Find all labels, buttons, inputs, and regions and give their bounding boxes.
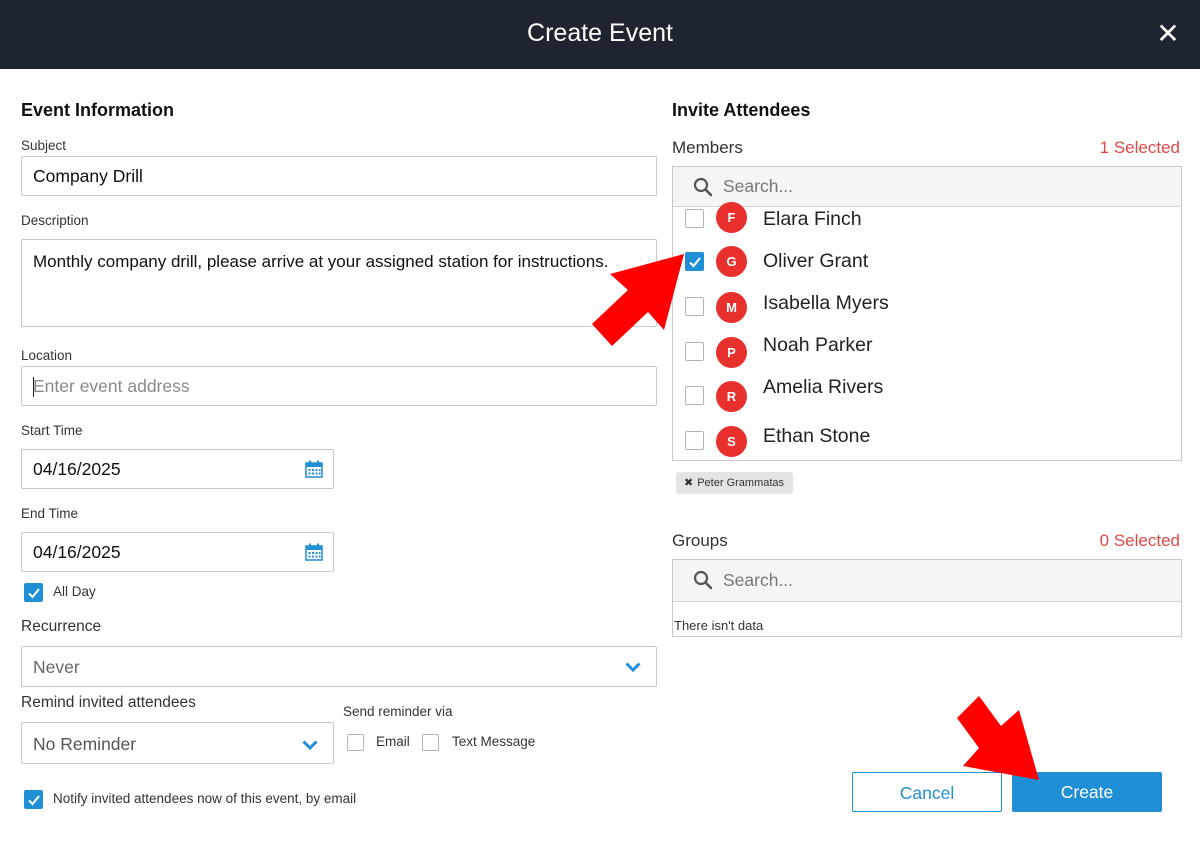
recurrence-select[interactable]: Never xyxy=(21,646,657,687)
start-date-value: 04/16/2025 xyxy=(33,459,121,479)
end-date-input[interactable]: 04/16/2025 xyxy=(21,532,334,572)
avatar: M xyxy=(716,292,747,323)
groups-search-placeholder: Search... xyxy=(723,570,794,590)
chevron-down-icon xyxy=(302,740,318,750)
start-date-input[interactable]: 04/16/2025 xyxy=(21,449,334,489)
text-message-label: Text Message xyxy=(452,734,536,749)
notify-checkbox[interactable] xyxy=(24,790,43,809)
member-name: Isabella Myers xyxy=(763,292,889,314)
chip-label: Peter Grammatas xyxy=(697,477,785,489)
member-name: Amelia Rivers xyxy=(763,376,884,398)
member-row[interactable]: F Elara Finch xyxy=(673,197,1181,239)
member-row[interactable]: M Isabella Myers xyxy=(673,287,1181,329)
member-row[interactable]: R Amelia Rivers xyxy=(673,372,1181,414)
checkmark-icon xyxy=(28,795,40,806)
invite-attendees-heading: Invite Attendees xyxy=(672,100,811,120)
groups-panel: Search... There isn't data xyxy=(672,559,1182,637)
chevron-down-icon xyxy=(625,662,641,672)
event-information-heading: Event Information xyxy=(21,100,175,120)
text-message-checkbox[interactable] xyxy=(422,734,439,751)
attendee-chip: ✖ Peter Grammatas xyxy=(676,472,794,494)
checkmark-icon xyxy=(689,257,701,268)
dialog-title: Create Event xyxy=(527,19,673,47)
email-checkbox[interactable] xyxy=(347,734,364,751)
dialog-header: Create Event ✕ xyxy=(0,0,1200,69)
location-input[interactable]: Enter event address xyxy=(21,366,657,406)
location-label: Location xyxy=(21,348,73,363)
description-value: Monthly company drill, please arrive at … xyxy=(33,252,609,271)
member-name: Elara Finch xyxy=(763,208,862,230)
member-name: Oliver Grant xyxy=(763,250,869,272)
calendar-icon[interactable] xyxy=(305,543,323,561)
avatar: R xyxy=(716,381,747,412)
member-checkbox[interactable] xyxy=(685,386,704,405)
member-row[interactable]: G Oliver Grant xyxy=(673,245,1181,287)
reminder-value: No Reminder xyxy=(33,734,137,754)
subject-value: Company Drill xyxy=(33,166,143,186)
all-day-label: All Day xyxy=(53,584,96,599)
member-name: Ethan Stone xyxy=(763,425,871,447)
search-icon xyxy=(693,570,713,590)
all-day-checkbox[interactable] xyxy=(24,583,43,602)
reminder-select[interactable]: No Reminder xyxy=(21,722,334,764)
recurrence-value: Never xyxy=(33,657,80,677)
subject-input[interactable]: Company Drill xyxy=(21,156,657,196)
member-name: Noah Parker xyxy=(763,334,873,356)
member-checkbox[interactable] xyxy=(685,431,704,450)
groups-label: Groups xyxy=(672,531,728,550)
location-placeholder: Enter event address xyxy=(33,376,190,396)
recurrence-label: Recurrence xyxy=(21,618,102,635)
remove-chip-icon[interactable]: ✖ xyxy=(684,477,693,489)
search-icon xyxy=(693,177,713,197)
members-label: Members xyxy=(672,138,743,157)
remind-label: Remind invited attendees xyxy=(21,694,196,711)
end-date-value: 04/16/2025 xyxy=(33,542,121,562)
members-panel: Search... F Elara Finch G Oliver Grant M… xyxy=(672,166,1182,461)
close-icon[interactable]: ✕ xyxy=(1154,20,1182,48)
description-textarea[interactable]: Monthly company drill, please arrive at … xyxy=(21,239,657,327)
subject-label: Subject xyxy=(21,138,67,153)
member-checkbox[interactable] xyxy=(685,209,704,228)
end-time-label: End Time xyxy=(21,506,79,521)
members-search-placeholder: Search... xyxy=(723,176,794,196)
calendar-icon[interactable] xyxy=(305,460,323,478)
email-label: Email xyxy=(376,734,410,749)
members-selected-count: 1 Selected xyxy=(1099,138,1180,157)
avatar: G xyxy=(716,246,747,277)
description-label: Description xyxy=(21,213,89,228)
annotation-arrow-icon xyxy=(592,254,684,346)
avatar: P xyxy=(716,337,747,368)
start-time-label: Start Time xyxy=(21,423,83,438)
groups-empty-message: There isn't data xyxy=(674,618,764,633)
checkmark-icon xyxy=(28,588,40,599)
groups-selected-count: 0 Selected xyxy=(1099,531,1180,550)
member-row[interactable]: P Noah Parker xyxy=(673,329,1181,371)
notify-label: Notify invited attendees now of this eve… xyxy=(53,791,357,806)
member-row[interactable]: S Ethan Stone xyxy=(673,417,1181,459)
send-reminder-label: Send reminder via xyxy=(343,704,453,719)
avatar: S xyxy=(716,426,747,457)
groups-search[interactable]: Search... xyxy=(673,560,1181,602)
annotation-arrow-icon xyxy=(957,696,1039,780)
avatar: F xyxy=(716,202,747,233)
